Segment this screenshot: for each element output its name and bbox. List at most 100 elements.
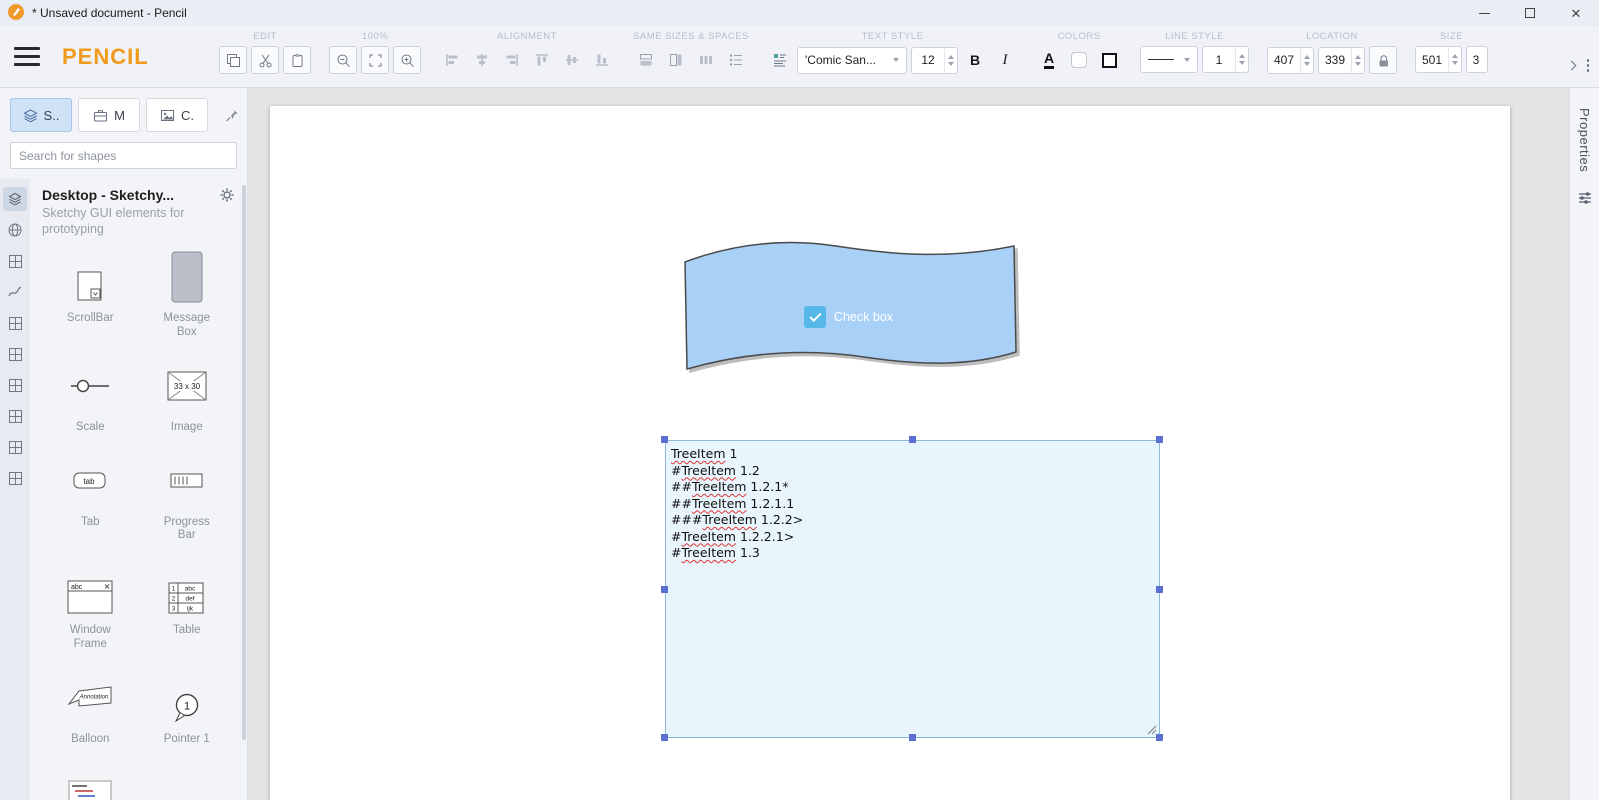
toolbar-expand-button[interactable] xyxy=(1566,61,1576,71)
checkbox-checked-icon[interactable] xyxy=(804,306,826,328)
align-center-button[interactable] xyxy=(469,46,495,74)
collection-globe-icon[interactable] xyxy=(3,218,27,242)
cut-button[interactable] xyxy=(251,46,279,74)
tab-cliparts[interactable]: C. xyxy=(146,98,208,132)
align-middle-button[interactable] xyxy=(559,46,585,74)
chevron-down-icon xyxy=(1184,58,1190,62)
collection-layers-icon[interactable] xyxy=(3,187,27,211)
stepper-up-icon[interactable] xyxy=(1355,55,1361,59)
collection-pen-icon[interactable] xyxy=(3,280,27,304)
zoom-fit-button[interactable] xyxy=(361,46,389,74)
shape-list-scrollbar[interactable] xyxy=(242,185,246,740)
collection-grid-icon[interactable] xyxy=(3,404,27,428)
size-height-stepper[interactable]: 3 xyxy=(1466,46,1488,73)
shape-item-tree[interactable] xyxy=(42,767,139,800)
collection-grid-icon[interactable] xyxy=(3,373,27,397)
align-bottom-button[interactable] xyxy=(589,46,615,74)
collection-settings-button[interactable] xyxy=(219,187,235,206)
image-preview-icon: 33 x 30 xyxy=(166,360,208,412)
location-x-stepper[interactable]: 407 xyxy=(1267,47,1314,74)
shape-item-scale[interactable]: Scale xyxy=(42,360,139,435)
stepper-down-icon[interactable] xyxy=(1239,61,1245,65)
checkbox-widget[interactable]: Check box xyxy=(804,306,893,328)
bold-button[interactable]: B xyxy=(962,46,988,74)
collection-grid-icon[interactable] xyxy=(3,466,27,490)
minimize-icon xyxy=(1479,13,1490,14)
text-color-button[interactable]: A xyxy=(1036,46,1062,74)
shape-item-message-box[interactable]: Message Box xyxy=(139,251,236,340)
distribute-vertical-button[interactable] xyxy=(723,46,749,74)
shape-item-progress-bar[interactable]: Progress Bar xyxy=(139,455,236,544)
line-style-select[interactable] xyxy=(1140,46,1198,73)
distribute-horizontal-button[interactable] xyxy=(693,46,719,74)
selection-handle[interactable] xyxy=(661,436,668,443)
collection-grid-icon[interactable] xyxy=(3,311,27,335)
tree-preview-icon xyxy=(67,767,113,800)
title-bar: * Unsaved document - Pencil ✕ xyxy=(0,0,1599,26)
pin-sidebar-button[interactable] xyxy=(224,108,239,123)
drawing-canvas[interactable]: Check box TreeItem 1 #TreeItem 1.2 ##Tre… xyxy=(248,88,1569,800)
selection-handle[interactable] xyxy=(1156,734,1163,741)
location-y-stepper[interactable]: 339 xyxy=(1318,47,1365,74)
stepper-up-icon[interactable] xyxy=(1304,55,1310,59)
align-left-button[interactable] xyxy=(439,46,465,74)
fill-color-button[interactable] xyxy=(1066,46,1092,74)
lock-ratio-button[interactable] xyxy=(1369,46,1397,74)
shape-item-balloon[interactable]: Annotation Balloon xyxy=(42,672,139,747)
maximize-button[interactable] xyxy=(1507,0,1553,26)
selection-handle[interactable] xyxy=(1156,436,1163,443)
same-size-button[interactable] xyxy=(663,46,689,74)
selection-handle[interactable] xyxy=(909,436,916,443)
gear-icon xyxy=(219,187,235,203)
copy-button[interactable] xyxy=(219,46,247,74)
text-format-button[interactable] xyxy=(767,46,793,74)
shape-item-tab[interactable]: tab Tab xyxy=(42,455,139,544)
stroke-color-button[interactable] xyxy=(1096,46,1122,74)
stepper-down-icon[interactable] xyxy=(1304,62,1310,66)
shape-item-pointer[interactable]: 1 Pointer 1 xyxy=(139,672,236,747)
toolbar-more-button[interactable] xyxy=(1587,59,1590,72)
align-right-button[interactable] xyxy=(499,46,525,74)
collection-subtitle: Sketchy GUI elements for prototyping xyxy=(42,206,192,237)
stepper-up-icon[interactable] xyxy=(1239,54,1245,58)
properties-panel-title[interactable]: Properties xyxy=(1577,108,1592,172)
selection-handle[interactable] xyxy=(661,734,668,741)
search-input[interactable] xyxy=(10,142,237,169)
shape-item-window-frame[interactable]: abc Window Frame xyxy=(42,563,139,652)
group-label-text: TEXT STYLE xyxy=(862,31,924,42)
zoom-out-button[interactable] xyxy=(329,46,357,74)
tab-my-collections[interactable]: M xyxy=(78,98,140,132)
same-width-button[interactable] xyxy=(633,46,659,74)
size-width-stepper[interactable]: 501 xyxy=(1415,46,1462,73)
tab-shapes[interactable]: S.. xyxy=(10,98,72,132)
properties-panel: Properties xyxy=(1569,88,1599,800)
stepper-up-icon[interactable] xyxy=(1452,54,1458,58)
shape-item-scrollbar[interactable]: ScrollBar xyxy=(42,251,139,340)
collection-grid-icon[interactable] xyxy=(3,342,27,366)
italic-button[interactable]: I xyxy=(992,46,1018,74)
collection-grid-icon[interactable] xyxy=(3,435,27,459)
copy-icon xyxy=(226,53,241,68)
selection-handle[interactable] xyxy=(909,734,916,741)
font-family-select[interactable]: 'Comic San... xyxy=(797,47,907,74)
selection-handle[interactable] xyxy=(661,586,668,593)
sliders-icon[interactable] xyxy=(1577,190,1593,206)
main-menu-button[interactable] xyxy=(14,47,40,66)
stepper-up-icon[interactable] xyxy=(948,55,954,59)
tree-text: TreeItem 1 #TreeItem 1.2 ##TreeItem 1.2.… xyxy=(666,441,1159,562)
stepper-down-icon[interactable] xyxy=(1452,61,1458,65)
line-width-stepper[interactable]: 1 xyxy=(1202,46,1249,73)
font-size-stepper[interactable]: 12 xyxy=(911,47,958,74)
shape-item-image[interactable]: 33 x 30 Image xyxy=(139,360,236,435)
stepper-down-icon[interactable] xyxy=(1355,62,1361,66)
minimize-button[interactable] xyxy=(1461,0,1507,26)
align-top-button[interactable] xyxy=(529,46,555,74)
tree-widget[interactable]: TreeItem 1 #TreeItem 1.2 ##TreeItem 1.2.… xyxy=(665,440,1160,738)
zoom-in-button[interactable] xyxy=(393,46,421,74)
selection-handle[interactable] xyxy=(1156,586,1163,593)
close-button[interactable]: ✕ xyxy=(1553,0,1599,26)
paste-button[interactable] xyxy=(283,46,311,74)
stepper-down-icon[interactable] xyxy=(948,62,954,66)
shape-item-table[interactable]: 1abc 2def 3ijk Table xyxy=(139,563,236,652)
collection-grid-icon[interactable] xyxy=(3,249,27,273)
